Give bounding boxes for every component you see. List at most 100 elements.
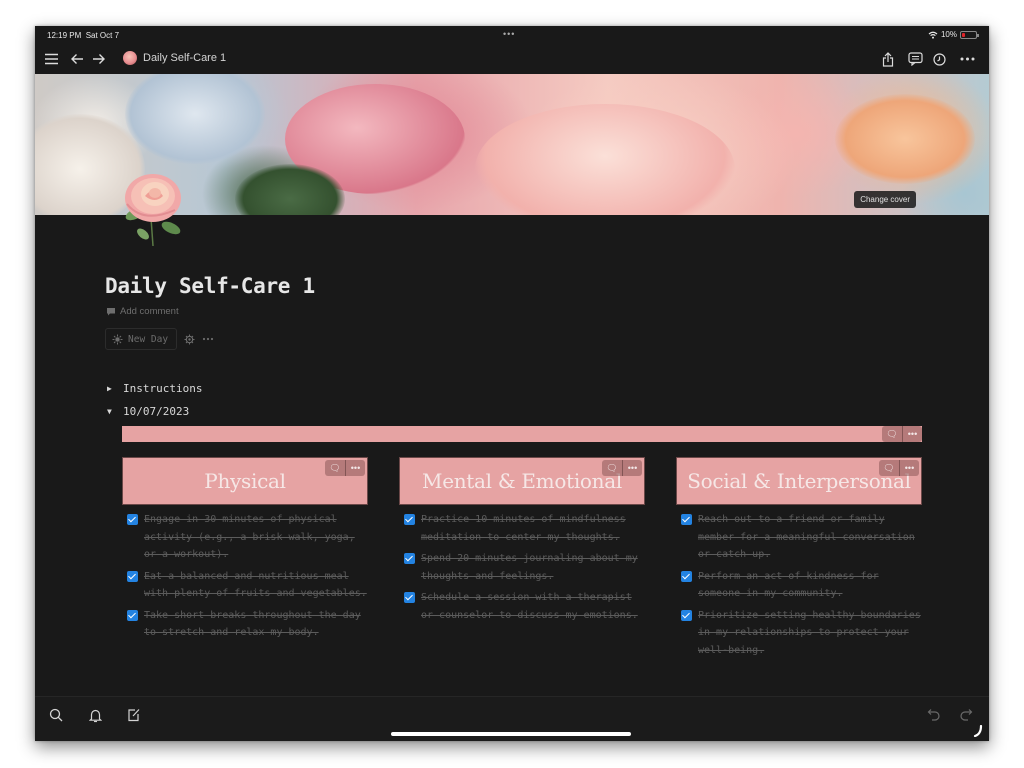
checkbox-checked[interactable] — [681, 570, 692, 582]
arrow-left-icon[interactable] — [67, 49, 87, 69]
comments-icon[interactable] — [906, 49, 924, 69]
add-comment-button[interactable]: Add comment — [106, 306, 179, 317]
cover-petal — [125, 74, 265, 164]
todo-item: Spend 20 minutes journaling about my tho… — [399, 550, 645, 585]
block-controls: 🗨 ••• — [879, 460, 919, 476]
todo-text[interactable]: Perform an act of kindness for someone i… — [698, 568, 922, 603]
block-controls: 🗨 ••• — [325, 460, 365, 476]
todo-item: Practice 10 minutes of mindfulness medit… — [399, 511, 645, 546]
top-toolbar: Daily Self-Care 1 — [35, 46, 989, 74]
todo-list: Practice 10 minutes of mindfulness medit… — [399, 505, 645, 624]
gear-icon[interactable] — [184, 334, 195, 345]
hamburger-menu-icon[interactable] — [41, 49, 61, 69]
new-day-label: New Day — [128, 333, 169, 345]
todo-item: Prioritize setting healthy boundaries in… — [676, 607, 922, 660]
ipad-screen: 12:19 PM Sat Oct 7 ••• 10% Daily Self-Ca… — [35, 26, 989, 741]
change-cover-button[interactable]: Change cover — [854, 191, 916, 208]
arrow-right-icon[interactable] — [89, 49, 109, 69]
multitask-dots[interactable]: ••• — [503, 29, 515, 39]
column-heading-banner[interactable]: Physical 🗨 ••• — [122, 457, 368, 505]
home-indicator[interactable] — [391, 732, 631, 736]
comment-icon[interactable]: 🗨 — [879, 460, 899, 476]
todo-item: Take short breaks throughout the day to … — [122, 607, 368, 642]
block-controls: 🗨 ••• — [602, 460, 642, 476]
toggle-date-label: 10/07/2023 — [123, 405, 190, 418]
todo-item: Schedule a session with a therapist or c… — [399, 589, 645, 624]
toggle-instructions-label: Instructions — [123, 382, 203, 395]
todo-text[interactable]: Reach out to a friend or family member f… — [698, 511, 922, 564]
column-social-interpersonal: Social & Interpersonal 🗨 ••• Reach out t… — [676, 457, 922, 659]
cover-petal — [835, 94, 975, 184]
status-time: 12:19 PM Sat Oct 7 — [47, 31, 120, 40]
bell-icon[interactable] — [84, 705, 106, 725]
more-icon[interactable]: ••• — [899, 460, 919, 476]
battery-percent: 10% — [940, 30, 957, 39]
todo-item: Reach out to a friend or family member f… — [676, 511, 922, 564]
todo-text[interactable]: Prioritize setting healthy boundaries in… — [698, 607, 922, 660]
column-heading: Physical — [204, 469, 286, 493]
checkbox-checked[interactable] — [404, 592, 415, 603]
sun-icon — [112, 334, 123, 344]
todo-list: Reach out to a friend or family member f… — [676, 505, 922, 659]
cover-petal — [475, 104, 735, 215]
column-heading-banner[interactable]: Social & Interpersonal 🗨 ••• — [676, 457, 922, 505]
todo-item: Eat a balanced and nutritious meal with … — [122, 568, 368, 603]
comment-icon[interactable]: 🗨 — [882, 426, 902, 442]
bottom-toolbar — [35, 696, 989, 741]
battery-low-icon — [960, 30, 979, 39]
add-comment-label: Add comment — [120, 306, 179, 317]
page-title[interactable]: Daily Self-Care 1 — [105, 274, 315, 298]
new-day-button[interactable]: New Day — [105, 328, 178, 350]
redo-icon[interactable] — [955, 705, 977, 725]
triangle-down-icon: ▼ — [107, 407, 112, 416]
toggle-date[interactable]: ▼ 10/07/2023 — [107, 405, 189, 418]
breadcrumb-page-title: Daily Self-Care 1 — [143, 52, 227, 64]
todo-item: Perform an act of kindness for someone i… — [676, 568, 922, 603]
triangle-right-icon: ▶ — [107, 384, 112, 393]
column-heading: Mental & Emotional — [422, 469, 622, 493]
todo-text[interactable]: Take short breaks throughout the day to … — [144, 607, 368, 642]
toggle-instructions[interactable]: ▶ Instructions — [107, 382, 202, 395]
todo-text[interactable]: Spend 20 minutes journaling about my tho… — [421, 550, 645, 585]
checkbox-checked[interactable] — [404, 514, 415, 525]
column-physical: Physical 🗨 ••• Engage in 30 minutes of p… — [122, 457, 368, 642]
rose-icon — [123, 51, 137, 65]
checkbox-checked[interactable] — [681, 609, 692, 621]
more-icon[interactable] — [202, 337, 214, 341]
column-mental-emotional: Mental & Emotional 🗨 ••• Practice 10 min… — [399, 457, 645, 624]
status-right: 10% — [928, 30, 979, 39]
todo-text[interactable]: Practice 10 minutes of mindfulness medit… — [421, 511, 645, 546]
column-heading: Social & Interpersonal — [687, 469, 911, 493]
button-row: New Day — [105, 328, 214, 350]
more-icon[interactable]: ••• — [902, 426, 922, 442]
more-icon[interactable]: ••• — [622, 460, 642, 476]
checkbox-checked[interactable] — [127, 570, 138, 582]
date-banner[interactable]: 🗨 ••• — [122, 426, 922, 442]
todo-list: Engage in 30 minutes of physical activit… — [122, 505, 368, 642]
clock-icon[interactable] — [931, 49, 947, 69]
compose-icon[interactable] — [123, 705, 145, 725]
comment-icon — [107, 308, 115, 316]
breadcrumb[interactable]: Daily Self-Care 1 — [123, 51, 226, 65]
checkbox-checked[interactable] — [681, 514, 692, 525]
todo-text[interactable]: Eat a balanced and nutritious meal with … — [144, 568, 368, 603]
block-controls: 🗨 ••• — [882, 426, 922, 442]
column-heading-banner[interactable]: Mental & Emotional 🗨 ••• — [399, 457, 645, 505]
undo-icon[interactable] — [923, 705, 945, 725]
comment-icon[interactable]: 🗨 — [602, 460, 622, 476]
todo-item: Engage in 30 minutes of physical activit… — [122, 511, 368, 564]
rose-icon[interactable] — [113, 166, 193, 248]
more-icon[interactable]: ••• — [345, 460, 365, 476]
todo-text[interactable]: Engage in 30 minutes of physical activit… — [144, 511, 368, 564]
pencil-tip-icon — [973, 725, 983, 737]
checkbox-checked[interactable] — [127, 609, 138, 621]
status-bar: 12:19 PM Sat Oct 7 ••• 10% — [35, 26, 989, 44]
checkbox-checked[interactable] — [404, 553, 415, 564]
more-icon[interactable] — [957, 49, 977, 69]
checkbox-checked[interactable] — [127, 514, 138, 525]
search-icon[interactable] — [45, 705, 67, 725]
share-icon[interactable] — [880, 49, 896, 69]
todo-text[interactable]: Schedule a session with a therapist or c… — [421, 589, 645, 624]
wifi-icon — [928, 31, 938, 39]
comment-icon[interactable]: 🗨 — [325, 460, 345, 476]
